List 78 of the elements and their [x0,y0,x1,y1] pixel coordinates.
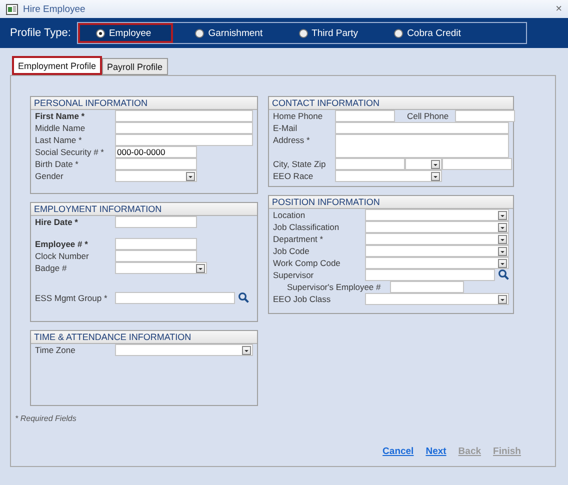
field-label: Location [273,209,306,221]
dropdown-field[interactable] [365,233,509,245]
radio-option[interactable]: Garnishment [185,23,277,43]
radio-button[interactable] [394,28,404,38]
field-label: Last Name * [35,134,83,146]
radio-button[interactable] [195,28,204,38]
section-title: PERSONAL INFORMATION [31,97,257,110]
footer-link[interactable]: Next [426,446,446,457]
address-field[interactable] [335,134,509,158]
radio-button[interactable] [298,28,308,38]
section-title: EMPLOYMENT INFORMATION [31,203,257,216]
field-label: Work Comp Code [273,257,342,269]
dropdown-field[interactable] [115,262,207,274]
text-field[interactable] [115,110,253,122]
text-field[interactable] [454,110,515,122]
dropdown-field[interactable] [365,245,509,257]
field-label: Hire Date * [35,216,79,228]
field-label: Social Security # * [35,146,105,158]
dropdown-field[interactable] [365,209,509,221]
section-title: POSITION INFORMATION [269,196,513,209]
field-label: Department * [273,233,324,245]
field-label: Supervisor [273,269,315,281]
field-label: Employee # * [35,238,89,250]
section-title: CONTACT INFORMATION [269,97,513,110]
field-label: Badge # [35,262,68,274]
field-label: ESS Mgmt Group * [35,292,108,304]
radio-option[interactable]: Third Party [288,23,372,43]
app-icon [6,4,18,14]
field-label: Clock Number [35,250,90,262]
field-label: Job Classification [273,221,340,233]
tab[interactable]: Payroll Profile [102,58,168,75]
text-field[interactable] [115,292,235,304]
section-title: TIME & ATTENDANCE INFORMATION [31,331,257,344]
field-label: EEO Race [273,170,314,182]
field-label: Address * [273,134,311,146]
text-field[interactable] [115,134,253,146]
field-label: First Name * [35,110,86,122]
text-field[interactable] [390,281,464,293]
field-label: EEO Job Class [273,293,332,305]
dropdown-field[interactable] [365,221,509,233]
field-label: Middle Name [35,122,86,134]
text-field[interactable]: 000-00-0000 [115,146,197,158]
profile-type-label: Profile Type: [10,27,71,39]
field-label: Job Code [273,245,310,257]
search-icon[interactable] [238,292,249,303]
field-label: Birth Date * [35,158,80,170]
dropdown-field[interactable] [115,344,253,356]
tab[interactable]: Employment Profile [12,56,102,75]
footer-link[interactable]: Cancel [382,446,414,457]
required-fields-note: * Required Fields [14,413,78,423]
field-label: City, State Zip [273,158,327,170]
field-label: Time Zone [35,344,76,356]
text-field[interactable] [115,238,197,250]
radio-button[interactable] [96,28,105,38]
text-field[interactable] [115,250,197,262]
dropdown-field[interactable] [405,158,442,170]
text-field[interactable] [115,122,253,134]
field-label: Supervisor's Employee # [286,281,382,293]
search-icon[interactable] [498,269,509,280]
dropdown-field[interactable] [365,293,509,305]
window-title: Hire Employee [23,4,86,14]
field-label: Home Phone [273,110,324,122]
field-label: Cell Phone [406,110,450,122]
dropdown-field[interactable] [365,257,509,269]
radio-option[interactable]: Employee [78,23,174,43]
close-button[interactable]: × [556,3,562,15]
text-field[interactable] [365,269,495,281]
field-label: Gender [35,170,64,182]
radio-option[interactable]: Cobra Credit [384,23,475,43]
dropdown-field[interactable] [335,170,442,182]
text-field[interactable] [335,110,395,122]
text-field[interactable] [442,158,512,170]
field-label: E-Mail [273,122,298,134]
text-field[interactable] [115,216,197,228]
text-field[interactable] [335,122,509,134]
dropdown-field[interactable] [115,170,197,182]
text-field[interactable] [115,158,197,170]
text-field[interactable] [335,158,405,170]
